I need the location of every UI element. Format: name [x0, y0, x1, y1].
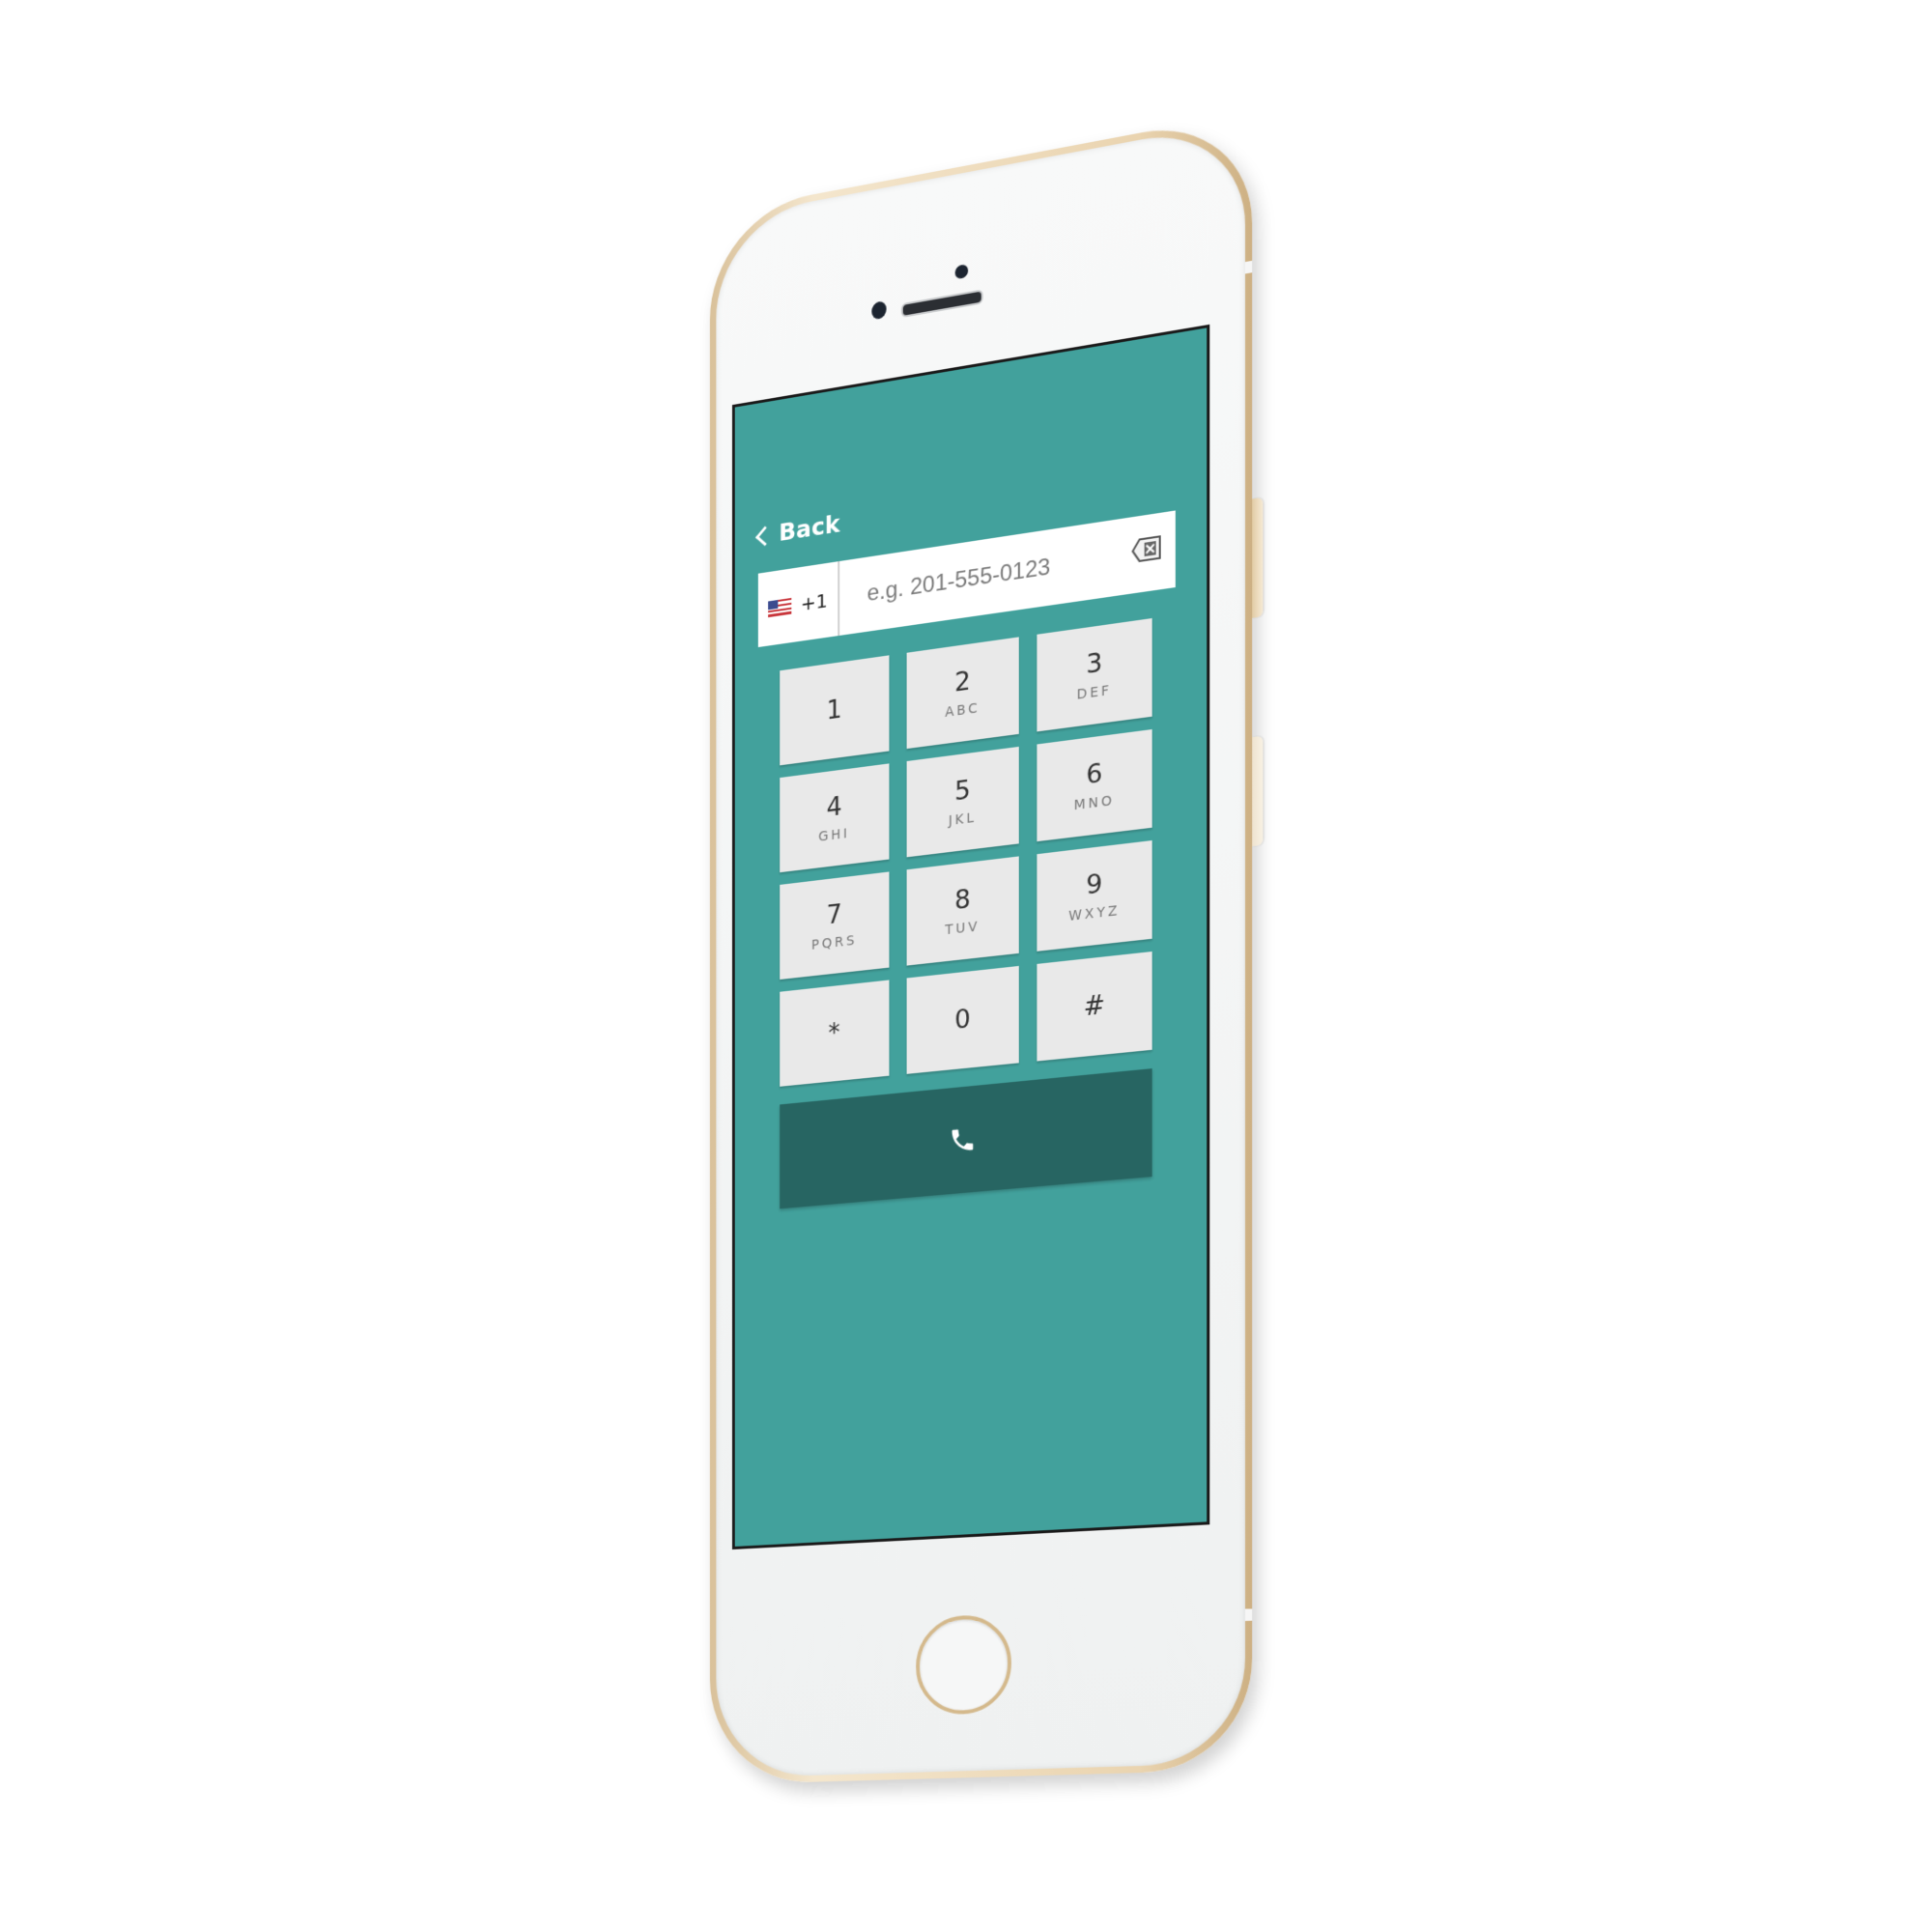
- key-digit: 1: [826, 694, 842, 726]
- country-dial-code: +1: [800, 588, 828, 616]
- keypad-key[interactable]: 8 TUV: [906, 856, 1019, 966]
- us-flag-icon: [768, 597, 792, 617]
- home-button[interactable]: [916, 1613, 1011, 1717]
- key-digit: 4: [826, 791, 842, 824]
- keypad-key[interactable]: 5 JKL: [906, 746, 1019, 858]
- keypad-key[interactable]: #: [1037, 951, 1152, 1062]
- front-camera: [871, 299, 887, 321]
- keypad-key[interactable]: 4 GHI: [780, 763, 890, 873]
- back-label: Back: [779, 509, 840, 547]
- key-digit: 6: [1086, 758, 1103, 791]
- country-selector[interactable]: +1: [757, 560, 840, 648]
- key-digit: 2: [954, 666, 971, 698]
- keypad-key[interactable]: 9 WXYZ: [1037, 839, 1152, 952]
- key-digit: 8: [954, 884, 971, 917]
- key-digit: *: [828, 1018, 840, 1049]
- key-digit: 5: [954, 775, 971, 808]
- keypad-key[interactable]: 3 DEF: [1037, 617, 1152, 732]
- key-letters: MNO: [1073, 792, 1115, 814]
- side-recess: [1252, 735, 1264, 847]
- key-digit: 9: [1086, 868, 1103, 901]
- key-digit: 7: [826, 899, 842, 931]
- key-letters: GHI: [818, 825, 850, 845]
- key-letters: WXYZ: [1068, 902, 1121, 924]
- keypad-key[interactable]: 0: [906, 965, 1019, 1074]
- call-button[interactable]: [780, 1068, 1152, 1209]
- chevron-left-icon: [754, 526, 775, 547]
- phone-device: Back +1 12ABC3DEF4GHI5JKL6MNO7PQRS8TUV9W…: [709, 111, 1264, 1785]
- keypad-key[interactable]: 2 ABC: [906, 637, 1019, 750]
- phone-icon: [952, 1127, 974, 1152]
- key-letters: JKL: [948, 810, 977, 830]
- key-letters: TUV: [945, 919, 980, 939]
- proximity-sensor: [954, 264, 969, 280]
- phone-face: Back +1 12ABC3DEF4GHI5JKL6MNO7PQRS8TUV9W…: [716, 120, 1245, 1778]
- key-digit: 0: [954, 1004, 971, 1037]
- dial-keypad: 1 2 ABC 3 DEF 4 GHI 5 JKL 6 MNO 7 PQRS 8 TUV 9 WXYZ * 0 #: [780, 617, 1152, 1087]
- key-digit: #: [1083, 989, 1105, 1023]
- key-digit: 3: [1086, 647, 1103, 681]
- keypad-key[interactable]: *: [780, 980, 890, 1087]
- keypad-key[interactable]: 6 MNO: [1037, 728, 1152, 842]
- key-letters: ABC: [945, 699, 980, 721]
- phone-number-field[interactable]: [839, 509, 1176, 637]
- key-letters: DEF: [1076, 682, 1112, 703]
- back-button[interactable]: Back: [754, 509, 840, 551]
- phone-screen: Back +1 12ABC3DEF4GHI5JKL6MNO7PQRS8TUV9W…: [731, 324, 1210, 1550]
- keypad-key[interactable]: 7 PQRS: [780, 871, 890, 980]
- earpiece-speaker: [900, 289, 983, 319]
- backspace-icon[interactable]: [1131, 532, 1164, 567]
- power-button[interactable]: [1252, 497, 1264, 618]
- key-letters: PQRS: [810, 932, 858, 953]
- keypad-key[interactable]: 1: [780, 655, 890, 766]
